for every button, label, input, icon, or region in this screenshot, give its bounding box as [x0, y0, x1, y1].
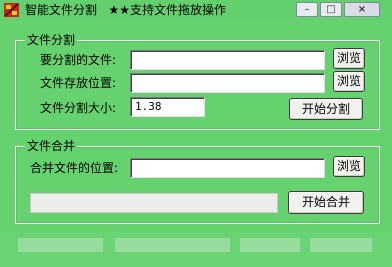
minimize-button[interactable]: – — [296, 2, 318, 17]
title-bar: 智能文件分割 ★★支持文件拖放操作 – □ × — [0, 0, 392, 20]
start-split-button[interactable]: 开始分割 — [289, 98, 363, 120]
source-file-input[interactable] — [130, 50, 325, 70]
maximize-button[interactable]: □ — [320, 2, 342, 17]
status-cell — [240, 238, 300, 252]
start-merge-button[interactable]: 开始合并 — [288, 191, 364, 214]
split-group-legend: 文件分割 — [25, 33, 78, 47]
merge-group-legend: 文件合并 — [25, 139, 78, 153]
app-icon — [4, 3, 19, 17]
split-size-label: 文件分割大小: — [40, 101, 117, 115]
status-cell — [310, 238, 372, 252]
window-title: 智能文件分割 ★★支持文件拖放操作 — [25, 3, 226, 17]
source-file-label: 要分割的文件: — [40, 53, 117, 67]
merge-browse-button[interactable]: 浏览 — [333, 156, 365, 177]
split-size-input[interactable]: 1.38 — [130, 97, 205, 117]
close-button[interactable]: × — [344, 2, 380, 17]
window-subtitle: ★★支持文件拖放操作 — [108, 3, 226, 17]
merge-location-label: 合并文件的位置: — [30, 161, 119, 175]
status-cell — [18, 238, 103, 252]
dest-browse-button[interactable]: 浏览 — [333, 71, 365, 92]
merge-progress-bar — [30, 193, 278, 213]
status-bar — [0, 232, 392, 267]
status-cell — [115, 238, 230, 252]
merge-location-input[interactable] — [130, 158, 325, 178]
source-browse-button[interactable]: 浏览 — [333, 48, 365, 69]
dest-location-label: 文件存放位置: — [40, 76, 117, 90]
dest-location-input[interactable] — [130, 73, 325, 93]
